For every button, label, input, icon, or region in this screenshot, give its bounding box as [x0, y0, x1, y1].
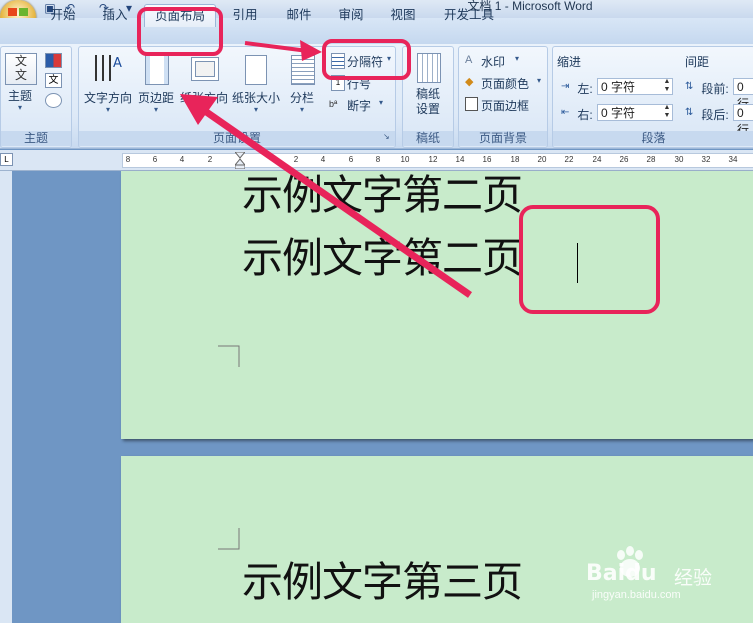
- watermark-url: jingyan.baidu.com: [592, 589, 681, 601]
- watermark-brand-cn: 经验: [674, 568, 713, 589]
- arrow-to-breaks-head: [300, 40, 322, 61]
- arrow-to-breaks: [244, 41, 309, 53]
- arrow-to-ribbon: [203, 108, 472, 298]
- highlight-cursor-position: [519, 205, 660, 314]
- annotation-overlay: [137, 7, 660, 314]
- baidu-watermark: Baidu 经验 jingyan.baidu.com: [586, 545, 752, 615]
- arrow-to-ribbon-head: [180, 94, 218, 125]
- highlight-breaks-button: [322, 39, 411, 80]
- highlight-page-layout-tab: [137, 7, 223, 56]
- watermark-brand: Baidu: [586, 561, 657, 586]
